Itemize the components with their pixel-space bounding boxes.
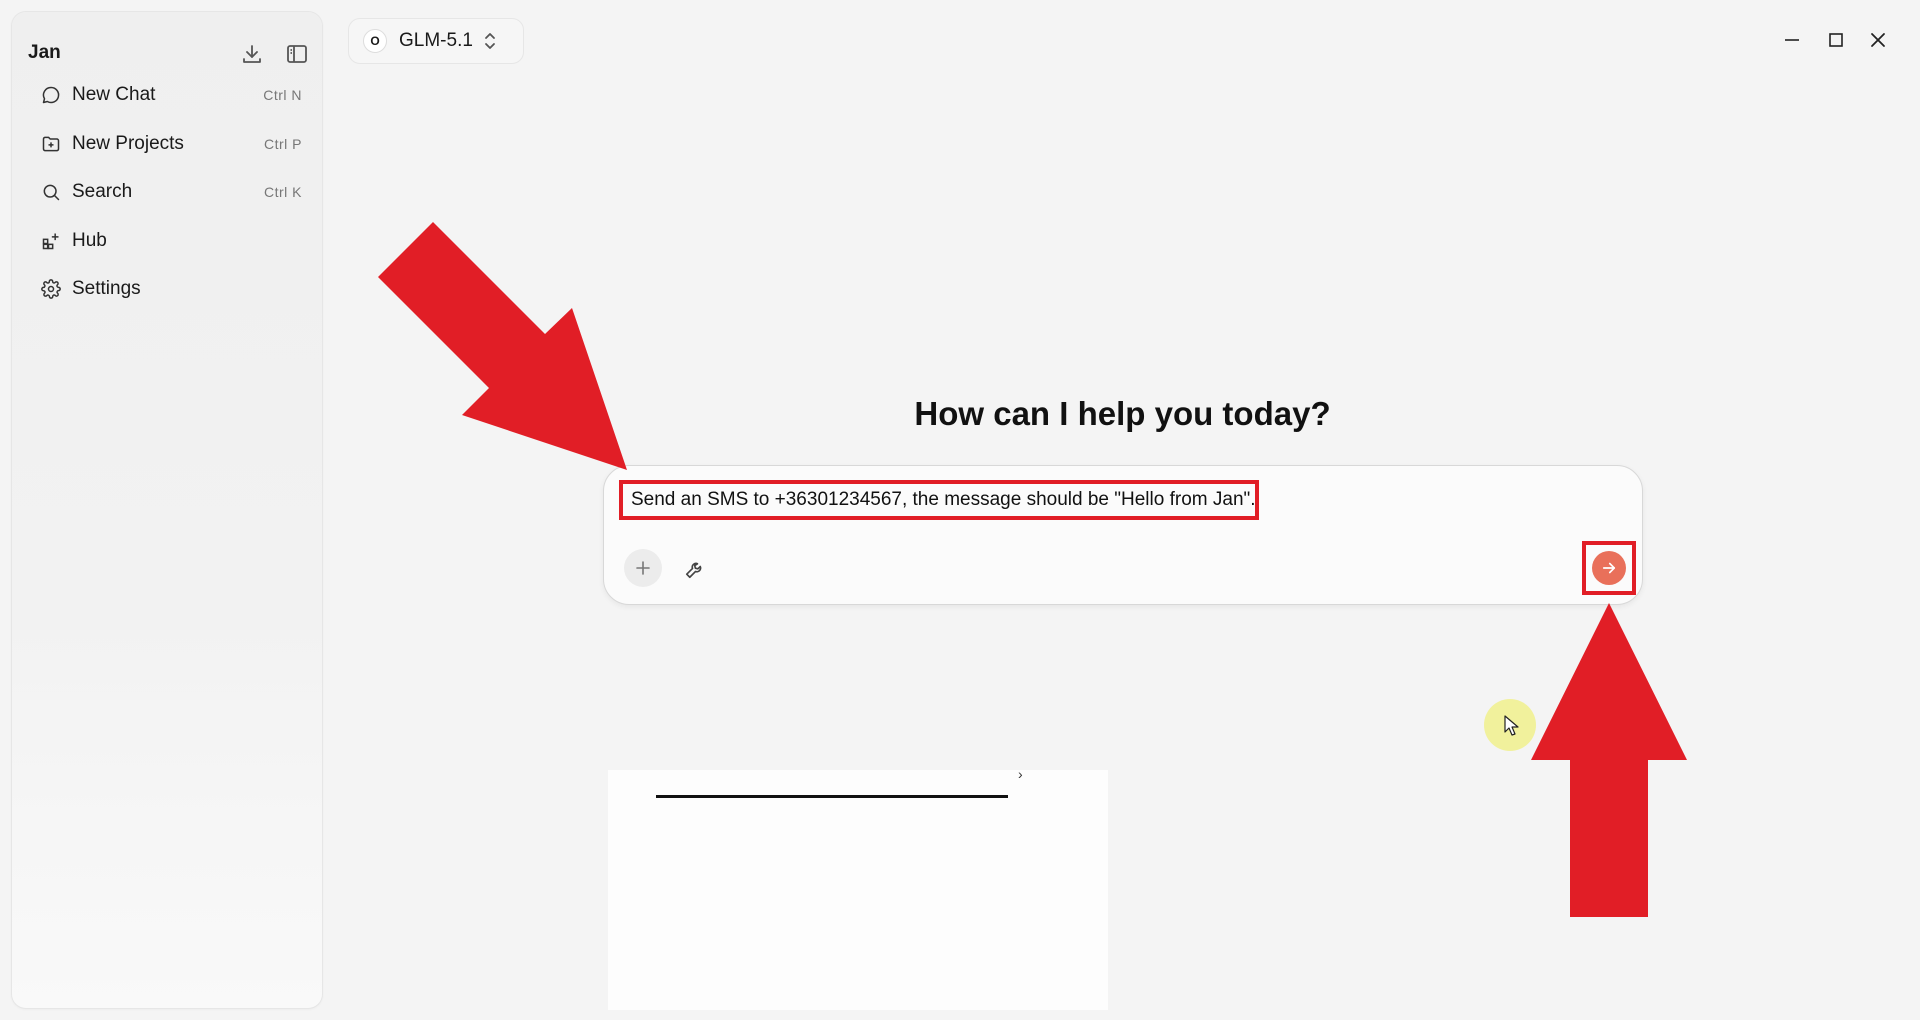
annotation-arrow-down-right [378,222,627,470]
annotation-overlay [378,222,1687,917]
annotation-arrow-up [1531,603,1687,917]
mouse-cursor-icon [1504,715,1519,736]
